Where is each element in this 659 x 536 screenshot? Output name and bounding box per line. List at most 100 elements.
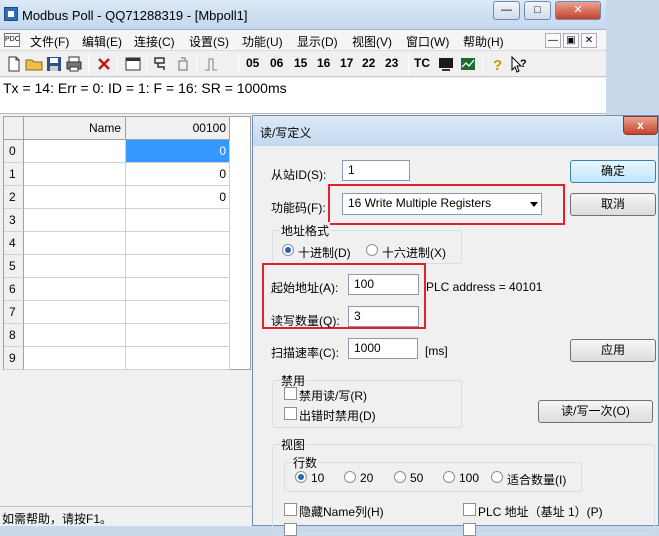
dialog-close-button[interactable]: x [623, 116, 658, 135]
mdi-restore-button[interactable]: ▣ [563, 33, 579, 48]
rows-100-label[interactable]: 100 [459, 471, 479, 485]
grid-name-cell[interactable] [24, 232, 126, 255]
grid-row-number[interactable]: 4 [4, 232, 24, 255]
disable-on-error-label[interactable]: 出错时禁用(D) [299, 407, 376, 424]
grid-value-cell[interactable] [126, 209, 230, 232]
grid-name-cell[interactable] [24, 347, 126, 370]
help-question-icon[interactable]: ? [488, 55, 506, 73]
rows-fit-label[interactable]: 适合数量(I) [507, 471, 566, 488]
grid-name-cell[interactable] [24, 186, 126, 209]
rows-10-label[interactable]: 10 [311, 471, 324, 485]
menu-view[interactable]: 视图(V) [352, 33, 392, 50]
disable-rw-checkbox[interactable] [284, 387, 297, 400]
grid-value-cell[interactable] [126, 324, 230, 347]
function-22-button[interactable]: 22 [362, 56, 375, 70]
menu-edit[interactable]: 编辑(E) [82, 33, 122, 50]
menu-window[interactable]: 窗口(W) [406, 33, 449, 50]
quantity-input[interactable]: 3 [348, 306, 419, 327]
disconnect-icon[interactable] [174, 55, 192, 73]
open-folder-icon[interactable] [25, 55, 43, 73]
grid-row-number[interactable]: 9 [4, 347, 24, 370]
start-address-input[interactable]: 100 [348, 274, 419, 295]
grid-value-cell[interactable] [126, 232, 230, 255]
function-15-button[interactable]: 15 [294, 56, 307, 70]
dialog-title-bar[interactable]: 读/写定义 x [253, 116, 658, 146]
traffic-tc-button[interactable]: TC [414, 56, 430, 70]
slave-id-input[interactable]: 1 [342, 160, 410, 181]
function-23-button[interactable]: 23 [385, 56, 398, 70]
grid-name-cell[interactable] [24, 209, 126, 232]
window-icon[interactable] [124, 55, 142, 73]
function-17-button[interactable]: 17 [340, 56, 353, 70]
mdi-minimize-button[interactable]: — [545, 33, 561, 48]
menu-file[interactable]: 文件(F) [30, 33, 69, 50]
grid-value-cell[interactable]: 0 [126, 163, 230, 186]
view-option-checkbox[interactable] [463, 523, 476, 536]
hex-label[interactable]: 十六进制(X) [382, 244, 446, 261]
grid-row-number[interactable]: 7 [4, 301, 24, 324]
grid-name-cell[interactable] [24, 301, 126, 324]
apply-button[interactable]: 应用 [570, 339, 656, 362]
connect-icon[interactable] [152, 55, 170, 73]
scan-rate-input[interactable]: 1000 [348, 338, 418, 359]
function-06-button[interactable]: 06 [270, 56, 283, 70]
grid-row-number[interactable]: 3 [4, 209, 24, 232]
grid-header-name[interactable]: Name [24, 117, 126, 140]
hide-name-column-label[interactable]: 隐藏Name列(H) [299, 503, 384, 520]
hex-radio[interactable] [366, 244, 378, 256]
read-write-once-button[interactable]: 读/写一次(O) [538, 400, 653, 423]
grid-header-address[interactable]: 00100 [126, 117, 230, 140]
function-05-button[interactable]: 05 [246, 56, 259, 70]
monitor-icon[interactable] [437, 55, 455, 73]
function-code-select[interactable]: 16 Write Multiple Registers [342, 193, 542, 215]
rows-10-radio[interactable] [295, 471, 307, 483]
menu-help[interactable]: 帮助(H) [463, 33, 504, 50]
plc-base1-label[interactable]: PLC 地址（基址 1）(P) [478, 503, 603, 520]
grid-row-number[interactable]: 0 [4, 140, 24, 163]
grid-row-number[interactable]: 6 [4, 278, 24, 301]
grid-name-cell[interactable] [24, 163, 126, 186]
save-icon[interactable] [45, 55, 63, 73]
hide-name-column-checkbox[interactable] [284, 503, 297, 516]
new-file-icon[interactable] [5, 55, 23, 73]
ok-button[interactable]: 确定 [570, 160, 656, 183]
print-icon[interactable] [65, 55, 83, 73]
minimize-button[interactable]: — [493, 1, 520, 20]
disable-rw-label[interactable]: 禁用读/写(R) [299, 387, 367, 404]
view-option-checkbox[interactable] [284, 523, 297, 536]
decimal-radio[interactable] [282, 244, 294, 256]
menu-functions[interactable]: 功能(U) [242, 33, 283, 50]
grid-value-cell[interactable] [126, 301, 230, 324]
close-button[interactable]: ✕ [555, 1, 601, 20]
grid-row-number[interactable]: 2 [4, 186, 24, 209]
main-title-bar[interactable]: Modbus Poll - QQ71288319 - [Mbpoll1] — □… [0, 0, 606, 30]
grid-row-number[interactable]: 5 [4, 255, 24, 278]
maximize-button[interactable]: □ [524, 1, 551, 20]
menu-setup[interactable]: 设置(S) [189, 33, 229, 50]
grid-name-cell[interactable] [24, 140, 126, 163]
delete-x-icon[interactable] [95, 55, 113, 73]
decimal-label[interactable]: 十进制(D) [298, 244, 351, 261]
grid-value-cell[interactable]: 0 [126, 186, 230, 209]
single-read-icon[interactable] [202, 55, 220, 73]
grid-name-cell[interactable] [24, 278, 126, 301]
disable-on-error-checkbox[interactable] [284, 407, 297, 420]
grid-value-cell[interactable] [126, 347, 230, 370]
rows-fit-radio[interactable] [491, 471, 503, 483]
plc-base1-checkbox[interactable] [463, 503, 476, 516]
mdi-document-icon[interactable]: PDC [4, 33, 20, 47]
rows-20-label[interactable]: 20 [360, 471, 373, 485]
rows-50-label[interactable]: 50 [410, 471, 423, 485]
grid-row-number[interactable]: 1 [4, 163, 24, 186]
rows-50-radio[interactable] [394, 471, 406, 483]
mdi-close-button[interactable]: ✕ [581, 33, 597, 48]
menu-display[interactable]: 显示(D) [297, 33, 338, 50]
menu-connection[interactable]: 连接(C) [134, 33, 175, 50]
chart-icon[interactable] [459, 55, 477, 73]
rows-20-radio[interactable] [344, 471, 356, 483]
grid-value-cell[interactable] [126, 255, 230, 278]
rows-100-radio[interactable] [443, 471, 455, 483]
cancel-button[interactable]: 取消 [570, 193, 656, 216]
function-16-button[interactable]: 16 [317, 56, 330, 70]
grid-name-cell[interactable] [24, 324, 126, 347]
